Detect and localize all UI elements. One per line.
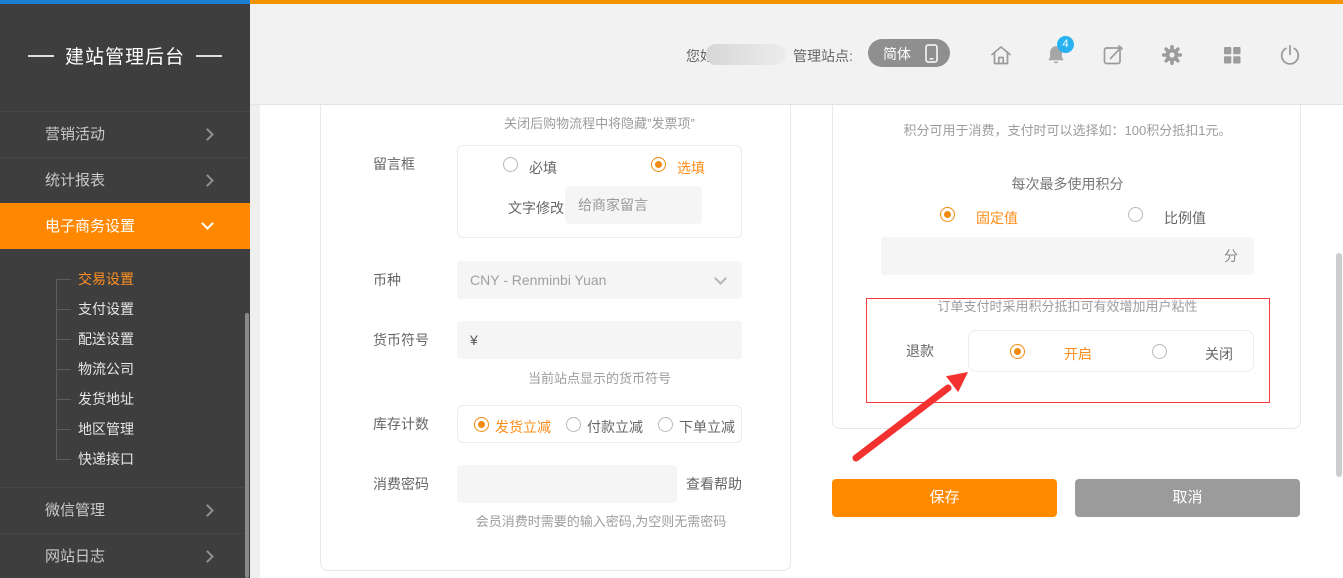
radio-refund-off[interactable]	[1152, 344, 1167, 359]
radio-refund-on[interactable]	[1010, 344, 1025, 359]
chevron-down-icon	[714, 272, 727, 285]
chevron-right-icon	[201, 550, 214, 563]
save-button[interactable]: 保存	[832, 479, 1057, 517]
submenu-item-region-management[interactable]: 地区管理	[0, 414, 250, 444]
sidebar-item-marketing[interactable]: 营销活动	[0, 111, 250, 157]
radio-optional-label[interactable]: 选填	[677, 158, 705, 178]
sidebar-item-site-logs[interactable]: 网站日志	[0, 533, 250, 578]
content-area: 关闭后购物流程中将隐藏”发票项” 留言框 必填 选填 文字修改 给商家留言 币种…	[250, 105, 1343, 578]
radio-pay-deduct[interactable]	[566, 417, 581, 432]
grid-icon[interactable]	[1219, 42, 1245, 68]
submenu-item-delivery-settings[interactable]: 配送设置	[0, 324, 250, 354]
edit-icon[interactable]	[1100, 42, 1126, 68]
points-note: 积分可用于消费，支付时可以选择如：100积分抵扣1元。	[833, 120, 1302, 139]
radio-ratio-value-label[interactable]: 比例值	[1164, 208, 1206, 228]
annotation-arrow	[840, 362, 980, 467]
page-scrollbar[interactable]	[1336, 253, 1342, 477]
currency-symbol-input[interactable]: ¥	[457, 321, 742, 359]
consume-password-input[interactable]	[457, 465, 677, 503]
manage-site-label: 管理站点:	[793, 46, 853, 66]
content-left-gutter	[250, 105, 260, 578]
submenu-item-logistics-company[interactable]: 物流公司	[0, 354, 250, 384]
chevron-down-icon	[201, 217, 214, 230]
top-bar: 您好 管理站点: 简体 4	[250, 4, 1343, 105]
radio-fixed-value[interactable]	[940, 207, 955, 222]
gear-icon[interactable]	[1159, 42, 1185, 68]
mobile-icon	[925, 44, 938, 63]
radio-refund-on-label[interactable]: 开启	[1064, 344, 1092, 364]
points-unit-suffix: 分	[1224, 248, 1238, 264]
refund-group: 开启 关闭	[968, 330, 1254, 372]
currency-label: 币种	[373, 261, 401, 299]
title-dash-left	[28, 55, 54, 57]
sidebar-item-ecommerce-settings[interactable]: 电子商务设置	[0, 203, 250, 249]
radio-required[interactable]	[503, 157, 518, 172]
consume-password-note: 会员消费时需要的输入密码,为空则无需密码	[431, 511, 771, 530]
submenu-item-trade-settings[interactable]: 交易设置	[0, 264, 250, 294]
message-box-label: 留言框	[373, 145, 415, 183]
radio-optional[interactable]	[651, 157, 666, 172]
radio-order-deduct-label[interactable]: 下单立减	[679, 417, 735, 437]
bell-icon[interactable]: 4	[1043, 42, 1069, 68]
invoice-note: 关闭后购物流程中将隐藏”发票项”	[457, 113, 742, 132]
sidebar-scrollbar[interactable]	[245, 313, 249, 578]
stock-count-group: 发货立减 付款立减 下单立减	[457, 405, 742, 443]
sidebar-item-wechat[interactable]: 微信管理	[0, 487, 250, 533]
language-switch-button[interactable]: 简体	[868, 39, 950, 67]
submenu-item-payment-settings[interactable]: 支付设置	[0, 294, 250, 324]
currency-select[interactable]: CNY - Renminbi Yuan	[457, 261, 742, 299]
home-icon[interactable]	[988, 42, 1014, 68]
max-points-label: 每次最多使用积分	[833, 174, 1302, 194]
radio-pay-deduct-label[interactable]: 付款立减	[587, 417, 643, 437]
app-window: 建站管理后台 营销活动 统计报表 电子商务设置 交易设置 支付设置 配送设置 物…	[0, 0, 1343, 578]
chevron-right-icon	[201, 128, 214, 141]
stock-count-label: 库存计数	[373, 405, 429, 443]
text-edit-label: 文字修改	[508, 198, 564, 218]
deduct-note: 订单支付时采用积分抵扣可有效增加用户粘性	[833, 296, 1302, 315]
sidebar-item-reports[interactable]: 统计报表	[0, 157, 250, 203]
consume-password-label: 消费密码	[373, 465, 429, 503]
chevron-right-icon	[201, 174, 214, 187]
radio-ship-deduct[interactable]	[474, 417, 489, 432]
currency-symbol-note: 当前站点显示的货币符号	[457, 368, 742, 387]
notification-badge: 4	[1057, 36, 1074, 53]
sidebar: 建站管理后台 营销活动 统计报表 电子商务设置 交易设置 支付设置 配送设置 物…	[0, 4, 250, 578]
message-text-input[interactable]: 给商家留言	[565, 186, 702, 224]
message-box-group: 必填 选填 文字修改 给商家留言	[457, 145, 742, 238]
radio-ratio-value[interactable]	[1128, 207, 1143, 222]
ecommerce-submenu: 交易设置 支付设置 配送设置 物流公司 发货地址 地区管理 快递接口	[0, 249, 250, 487]
radio-refund-off-label[interactable]: 关闭	[1205, 344, 1233, 364]
view-help-link[interactable]: 查看帮助	[686, 465, 742, 503]
radio-required-label[interactable]: 必填	[529, 158, 557, 178]
submenu-item-shipping-address[interactable]: 发货地址	[0, 384, 250, 414]
username-redacted	[706, 44, 786, 65]
radio-ship-deduct-label[interactable]: 发货立减	[495, 417, 551, 437]
app-title: 建站管理后台	[0, 42, 250, 69]
radio-fixed-value-label[interactable]: 固定值	[976, 208, 1018, 228]
max-points-input[interactable]: 分	[881, 237, 1254, 275]
cancel-button[interactable]: 取消	[1075, 479, 1300, 517]
title-dash-right	[196, 55, 222, 57]
currency-symbol-label: 货币符号	[373, 321, 429, 359]
trade-settings-panel-left: 关闭后购物流程中将隐藏”发票项” 留言框 必填 选填 文字修改 给商家留言 币种…	[320, 105, 791, 571]
submenu-item-express-api[interactable]: 快递接口	[0, 444, 250, 474]
power-icon[interactable]	[1277, 42, 1303, 68]
radio-order-deduct[interactable]	[658, 417, 673, 432]
chevron-right-icon	[201, 504, 214, 517]
